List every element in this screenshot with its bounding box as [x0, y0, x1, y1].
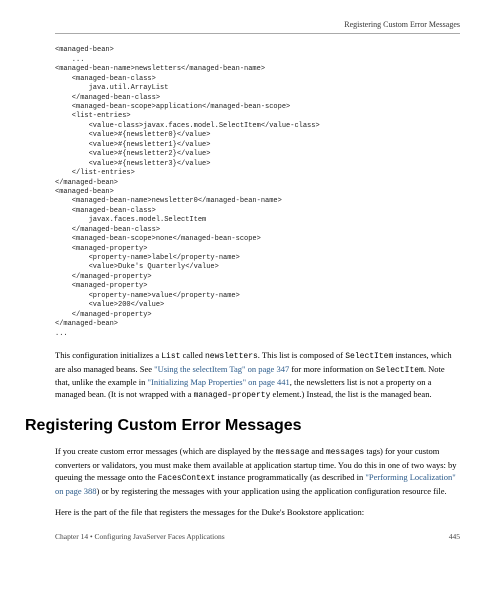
xref-link[interactable]: "Initializing Map Properties" on page 44…	[148, 377, 290, 387]
page-number: 445	[449, 532, 460, 542]
code-inline: message	[276, 448, 310, 457]
section-heading: Registering Custom Error Messages	[25, 416, 460, 437]
running-head: Registering Custom Error Messages	[55, 20, 460, 34]
code-inline: FacesContext	[158, 474, 216, 483]
paragraph-registering-intro: If you create custom error messages (whi…	[55, 445, 460, 497]
xref-link[interactable]: "Using the selectItem Tag" on page 347	[154, 364, 289, 374]
text: instance programmatically (as described …	[215, 472, 365, 482]
paragraph-config-explain: This configuration initializes a List ca…	[55, 349, 460, 402]
text: element.) Instead, the list is the manag…	[270, 389, 431, 399]
code-inline: SelectItem	[376, 366, 424, 375]
text: If you create custom error messages (whi…	[55, 446, 276, 456]
code-inline: List	[161, 352, 180, 361]
text: . This list is composed of	[258, 350, 345, 360]
code-inline: SelectItem	[345, 352, 393, 361]
paragraph-here-is: Here is the part of the file that regist…	[55, 506, 460, 518]
text: for more information on	[289, 364, 376, 374]
code-inline: managed-property	[194, 391, 271, 400]
code-inline: messages	[326, 448, 364, 457]
text: called	[180, 350, 205, 360]
code-inline: newsletters	[205, 352, 258, 361]
code-listing: <managed-bean> ... <managed-bean-name>ne…	[55, 46, 460, 339]
text: ) or by registering the messages with yo…	[97, 486, 447, 496]
text: and	[309, 446, 326, 456]
footer-chapter: Chapter 14 • Configuring JavaServer Face…	[55, 532, 225, 542]
text: This configuration initializes a	[55, 350, 161, 360]
